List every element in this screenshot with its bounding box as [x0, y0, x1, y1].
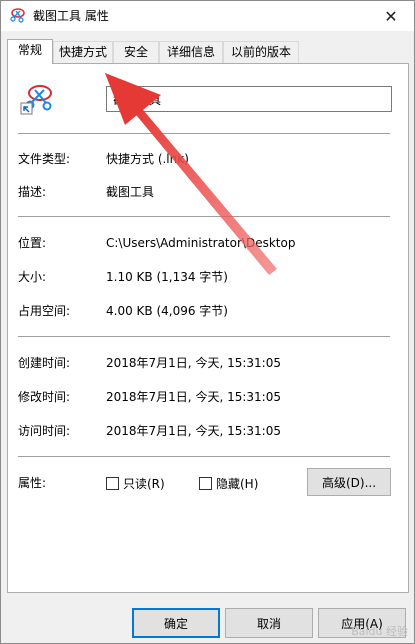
size-on-disk-label: 占用空间: — [18, 304, 71, 318]
separator — [18, 133, 390, 134]
separator — [18, 216, 390, 217]
file-type-value: 快捷方式 (.lnk) — [106, 152, 189, 166]
location-label: 位置: — [18, 236, 47, 250]
accessed-value: 2018年7月1日, 今天, 15:31:05 — [106, 424, 281, 438]
tab-shortcut[interactable]: 快捷方式 — [53, 41, 113, 63]
tab-strip: 常规 快捷方式 安全 详细信息 以前的版本 — [7, 39, 407, 64]
separator — [18, 456, 390, 457]
readonly-checkbox-box[interactable] — [106, 477, 119, 490]
size-value: 1.10 KB (1,134 字节) — [106, 270, 228, 284]
size-label: 大小: — [18, 270, 47, 284]
description-label: 描述: — [18, 185, 47, 199]
file-name-input[interactable] — [106, 86, 392, 112]
tab-details[interactable]: 详细信息 — [159, 41, 223, 63]
properties-dialog: 截图工具 属性 ✕ 常规 快捷方式 安全 详细信息 以前的版本 截图工具 文件类… — [0, 0, 415, 644]
hidden-checkbox[interactable]: 隐藏(H) — [199, 475, 258, 492]
close-icon: ✕ — [384, 6, 398, 26]
readonly-checkbox[interactable]: 只读(R) — [106, 475, 165, 492]
ok-button[interactable]: 确定 — [132, 608, 220, 638]
file-type-label: 文件类型: — [18, 152, 71, 166]
location-value: C:\Users\Administrator\Desktop — [106, 236, 296, 250]
snipping-tool-icon — [20, 85, 52, 115]
separator — [18, 336, 390, 337]
hidden-checkbox-box[interactable] — [199, 477, 212, 490]
tab-general[interactable]: 常规 — [7, 39, 53, 64]
created-label: 创建时间: — [18, 356, 71, 370]
tab-previous-versions[interactable]: 以前的版本 — [223, 41, 299, 63]
advanced-button[interactable]: 高级(D)... — [307, 468, 391, 496]
general-panel: 文件类型: 快捷方式 (.lnk) 描述: 截图工具 位置: C:\Users\… — [7, 63, 409, 593]
modified-value: 2018年7月1日, 今天, 15:31:05 — [106, 390, 281, 404]
title-bar: 截图工具 属性 ✕ — [1, 1, 414, 31]
accessed-label: 访问时间: — [18, 424, 71, 438]
tab-security[interactable]: 安全 — [113, 41, 159, 63]
cancel-button[interactable]: 取消 — [225, 608, 313, 638]
window-title: 截图工具 属性 — [33, 9, 109, 23]
description-value: 截图工具 — [106, 185, 155, 199]
readonly-label: 只读(R) — [123, 477, 165, 491]
created-value: 2018年7月1日, 今天, 15:31:05 — [106, 356, 281, 370]
watermark: Baidu 经验 — [351, 625, 408, 638]
attributes-label: 属性: — [18, 476, 47, 490]
hidden-label: 隐藏(H) — [216, 477, 259, 491]
close-button[interactable]: ✕ — [368, 1, 414, 31]
modified-label: 修改时间: — [18, 390, 71, 404]
snipping-tool-icon — [10, 8, 25, 23]
size-on-disk-value: 4.00 KB (4,096 字节) — [106, 304, 228, 318]
